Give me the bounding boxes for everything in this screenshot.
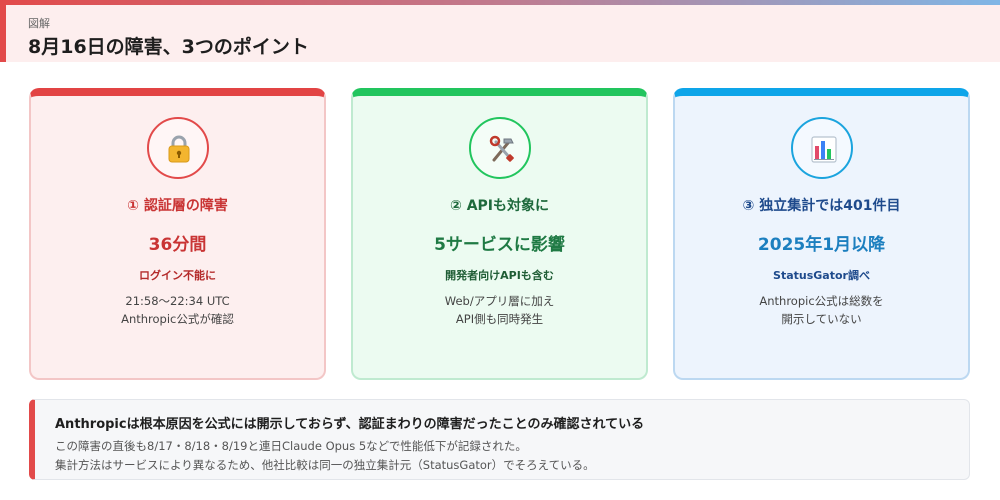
card-subheadline: 開発者向けAPIも含む: [445, 269, 554, 282]
card-headline: 36分間: [148, 235, 207, 255]
header-kicker: 図解: [28, 17, 50, 30]
card-subheadline: StatusGator調べ: [773, 269, 870, 282]
bar-chart-icon: [810, 136, 837, 163]
lock-icon: [168, 135, 189, 163]
note-line: 集計方法はサービスにより異なるため、他社比較は同一の独立集計元（StatusGa…: [55, 458, 595, 472]
card-headline: 2025年1月以降: [757, 235, 886, 255]
card-description: 21:58〜22:34 UTC Anthropic公式が確認: [31, 292, 324, 328]
icon-circle-api: [468, 117, 531, 179]
card-description-line: 21:58〜22:34 UTC: [125, 294, 230, 308]
card-description-line: Anthropic公式は総数を: [759, 294, 884, 308]
icon-circle-auth: [146, 117, 209, 179]
summary-note: Anthropicは根本原因を公式には開示しておらず、認証まわりの障害だったこと…: [29, 399, 970, 480]
page-title: 8月16日の障害、3つのポイント: [28, 36, 309, 58]
point-card-api: ② APIも対象に 5サービスに影響 開発者向けAPIも含む Web/アプリ層に…: [351, 88, 648, 380]
card-description: Anthropic公式は総数を 開示していない: [675, 292, 968, 328]
card-headline: 5サービスに影響: [434, 235, 565, 255]
card-description-line: Anthropic公式が確認: [121, 312, 234, 326]
page-header: 図解 8月16日の障害、3つのポイント: [0, 5, 1000, 62]
icon-circle-count: [790, 117, 853, 179]
point-card-auth: ① 認証層の障害 36分間 ログイン不能に 21:58〜22:34 UTC An…: [29, 88, 326, 380]
card-step-label: ③ 独立集計では401件目: [742, 198, 901, 214]
note-line: この障害の直後も8/17・8/18・8/19と連日Claude Opus 5など…: [55, 439, 527, 453]
card-description-line: Web/アプリ層に加え: [444, 294, 555, 308]
card-description: Web/アプリ層に加え API側も同時発生: [353, 292, 646, 328]
note-title: Anthropicは根本原因を公式には開示しておらず、認証まわりの障害だったこと…: [55, 417, 645, 432]
card-step-label: ① 認証層の障害: [127, 198, 228, 214]
point-card-count: ③ 独立集計では401件目 2025年1月以降 StatusGator調べ An…: [673, 88, 970, 380]
card-description-line: 開示していない: [781, 312, 862, 326]
tools-icon: [489, 135, 514, 162]
card-description-line: API側も同時発生: [455, 312, 544, 326]
card-subheadline: ログイン不能に: [139, 269, 216, 282]
card-step-label: ② APIも対象に: [449, 198, 550, 214]
